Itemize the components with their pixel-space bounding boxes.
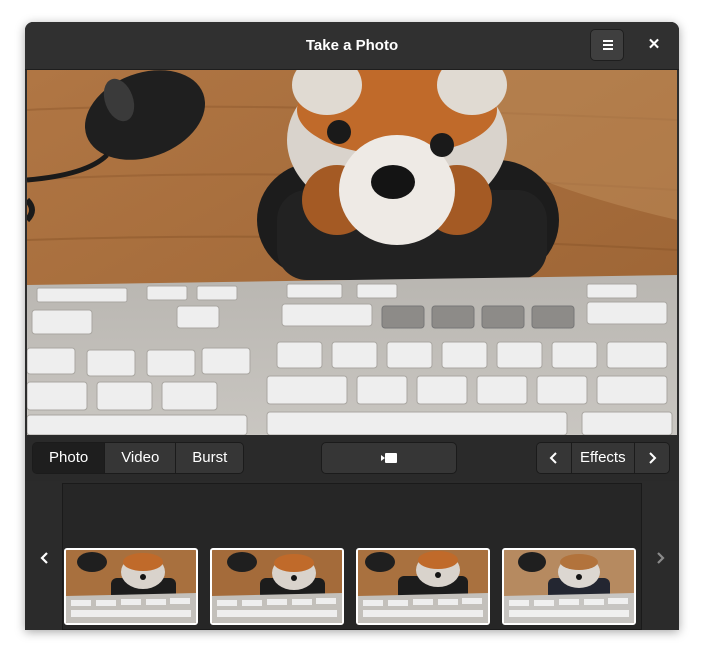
camera-preview-image bbox=[25, 55, 678, 436]
photo-thumbnail[interactable] bbox=[210, 548, 344, 625]
thumbnail-image bbox=[504, 550, 634, 623]
photo-thumbnail[interactable] bbox=[356, 548, 490, 625]
photo-gallery bbox=[25, 481, 679, 630]
effects-button[interactable]: Effects bbox=[572, 443, 634, 473]
mode-burst-button[interactable]: Burst bbox=[176, 443, 244, 473]
chevron-right-icon bbox=[648, 452, 657, 464]
thumbnail-image bbox=[212, 550, 342, 623]
gallery-next-button[interactable] bbox=[649, 547, 671, 569]
camera-preview bbox=[25, 55, 678, 436]
close-button[interactable]: ✕ bbox=[643, 34, 665, 56]
chevron-left-icon bbox=[549, 452, 557, 464]
effects-selector: Effects bbox=[536, 442, 670, 474]
window-title: Take a Photo bbox=[305, 37, 399, 54]
header-bar: Take a Photo ✕ bbox=[25, 22, 679, 70]
photo-thumbnail[interactable] bbox=[64, 548, 198, 625]
thumbnail-image bbox=[358, 550, 488, 623]
thumbnail-image bbox=[66, 550, 196, 623]
mode-video-button[interactable]: Video bbox=[105, 443, 177, 473]
action-bar: Photo Video Burst Effects bbox=[25, 435, 679, 481]
menu-button[interactable] bbox=[590, 29, 624, 61]
app-window: Take a Photo ✕ Photo Video Burst Effects bbox=[25, 22, 679, 630]
effects-previous-button[interactable] bbox=[537, 443, 572, 473]
close-icon: ✕ bbox=[647, 36, 661, 53]
chevron-left-icon bbox=[40, 552, 48, 564]
capture-mode-switcher: Photo Video Burst bbox=[32, 442, 245, 474]
chevron-right-icon bbox=[657, 552, 665, 564]
gallery-previous-button[interactable] bbox=[34, 547, 56, 569]
camera-icon bbox=[381, 453, 397, 463]
effects-next-button[interactable] bbox=[633, 443, 669, 473]
take-photo-button[interactable] bbox=[321, 442, 457, 474]
mode-photo-button[interactable]: Photo bbox=[33, 443, 106, 473]
thumbnail-strip bbox=[62, 483, 642, 630]
photo-thumbnail[interactable] bbox=[502, 548, 636, 625]
